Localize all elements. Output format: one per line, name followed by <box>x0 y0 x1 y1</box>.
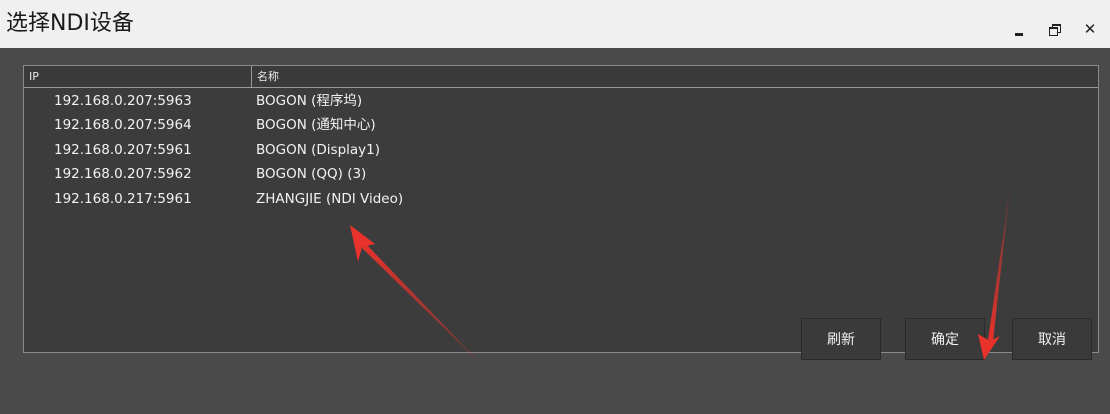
cancel-button[interactable]: 取消 <box>1012 318 1092 360</box>
restore-button[interactable] <box>1043 18 1065 40</box>
row-name: ZHANGJIE (NDI Video) <box>256 190 404 207</box>
close-icon: ✕ <box>1083 19 1097 38</box>
row-ip: 192.168.0.207:5962 <box>54 166 192 183</box>
table-row[interactable]: 192.168.0.217:5961 ZHANGJIE (NDI Video) <box>24 187 1098 211</box>
table-row[interactable]: 192.168.0.207:5964 BOGON (通知中心) <box>24 113 1098 137</box>
table-body: 192.168.0.207:5963 BOGON (程序坞) 192.168.0… <box>24 89 1098 211</box>
row-ip: 192.168.0.217:5961 <box>54 190 192 207</box>
table-row[interactable]: 192.168.0.207:5962 BOGON (QQ) (3) <box>24 162 1098 186</box>
row-ip: 192.168.0.207:5964 <box>54 117 192 134</box>
minimize-button[interactable] <box>1008 18 1030 40</box>
column-header-ip[interactable]: IP <box>24 66 252 87</box>
column-header-name[interactable]: 名称 <box>252 66 1098 87</box>
row-name: BOGON (Display1) <box>256 141 381 158</box>
title-bar: 选择NDI设备 ✕ <box>0 0 1110 48</box>
row-name: BOGON (程序坞) <box>256 93 363 109</box>
row-name: BOGON (通知中心) <box>256 117 376 134</box>
device-table[interactable]: IP 名称 192.168.0.207:5963 BOGON (程序坞) 192… <box>23 65 1099 353</box>
row-name: BOGON (QQ) (3) <box>256 166 367 183</box>
close-button[interactable]: ✕ <box>1079 18 1101 40</box>
table-row[interactable]: 192.168.0.207:5963 BOGON (程序坞) <box>24 89 1098 113</box>
restore-icon <box>1048 24 1061 36</box>
ok-button[interactable]: 确定 <box>905 318 985 360</box>
table-row[interactable]: 192.168.0.207:5961 BOGON (Display1) <box>24 138 1098 162</box>
row-ip: 192.168.0.207:5961 <box>54 141 192 158</box>
table-header: IP 名称 <box>24 66 1098 88</box>
minimize-icon <box>1015 32 1023 36</box>
row-ip: 192.168.0.207:5963 <box>54 93 192 109</box>
refresh-button[interactable]: 刷新 <box>801 318 881 360</box>
window-title: 选择NDI设备 <box>6 11 134 36</box>
